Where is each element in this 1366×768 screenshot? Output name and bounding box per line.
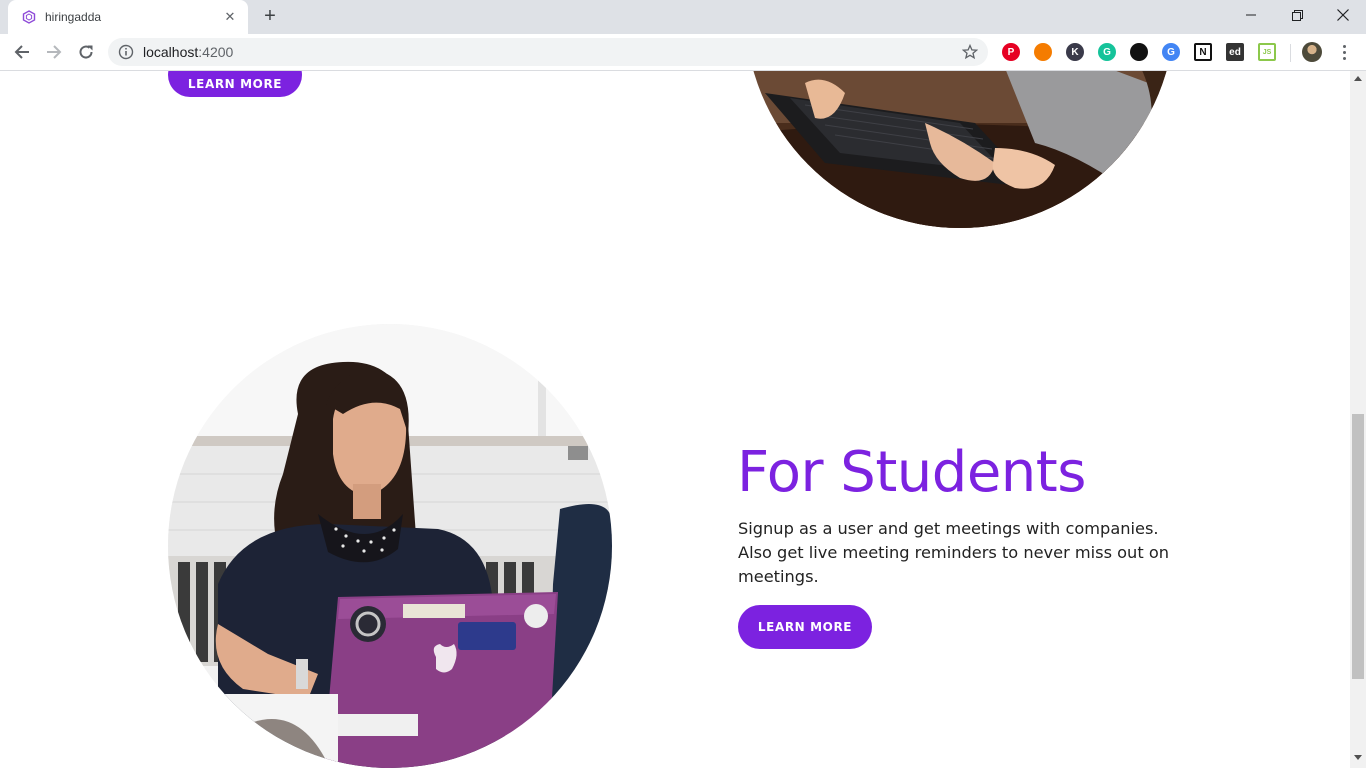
notion-extension-icon[interactable]: N — [1194, 43, 1212, 61]
toolbar-separator — [1290, 44, 1291, 62]
scroll-up-arrow-icon[interactable] — [1354, 76, 1362, 81]
scroll-down-arrow-icon[interactable] — [1354, 755, 1362, 760]
back-arrow-icon[interactable] — [8, 38, 36, 66]
url-host: localhost — [143, 44, 199, 60]
k-extension-icon[interactable]: K — [1066, 43, 1084, 61]
bird-extension-icon[interactable] — [1130, 43, 1148, 61]
learn-more-button-students[interactable]: LEARN MORE — [738, 605, 872, 649]
browser-tab[interactable]: hiringadda ✕ — [8, 0, 248, 34]
pinterest-extension-icon[interactable]: P — [1002, 43, 1020, 61]
hero-photo-laptop-hands — [745, 71, 1175, 228]
scroll-thumb[interactable] — [1352, 414, 1364, 679]
close-window-icon[interactable] — [1320, 0, 1366, 30]
forward-arrow-icon[interactable] — [40, 38, 68, 66]
google-translate-extension-icon[interactable]: G — [1162, 43, 1180, 61]
page-viewport: LEARN MORE For Students Signup as a user… — [0, 71, 1350, 768]
section-heading: For Students — [737, 440, 1086, 505]
url-port: :4200 — [198, 44, 234, 60]
minimize-window-icon[interactable] — [1228, 0, 1274, 30]
nodejs-extension-icon[interactable]: JS — [1258, 43, 1276, 61]
address-bar[interactable]: localhost:4200 — [108, 38, 988, 66]
restore-window-icon[interactable] — [1274, 0, 1320, 30]
bookmark-star-icon[interactable] — [960, 42, 980, 62]
site-info-icon[interactable] — [118, 44, 134, 60]
orange-blue-extension-icon[interactable] — [1034, 43, 1052, 61]
section-description: Signup as a user and get meetings with c… — [738, 519, 1169, 586]
grammarly-extension-icon[interactable]: G — [1098, 43, 1116, 61]
reload-icon[interactable] — [72, 38, 100, 66]
tab-close-icon[interactable]: ✕ — [222, 10, 238, 25]
student-photo — [168, 324, 612, 768]
page-scrollbar[interactable] — [1350, 71, 1366, 768]
tab-title: hiringadda — [45, 10, 102, 24]
browser-tabstrip: hiringadda ✕ + — [0, 0, 1366, 34]
learn-more-button-top[interactable]: LEARN MORE — [168, 71, 302, 97]
ed-extension-icon[interactable]: ed — [1226, 43, 1244, 61]
browser-menu-icon[interactable] — [1336, 40, 1352, 64]
url-text[interactable]: localhost:4200 — [143, 44, 960, 60]
profile-avatar[interactable] — [1302, 42, 1322, 62]
new-tab-button[interactable]: + — [258, 5, 282, 29]
hexagon-favicon-icon — [22, 10, 36, 24]
browser-toolbar: localhost:4200 P K G G Ned JS — [0, 34, 1366, 71]
